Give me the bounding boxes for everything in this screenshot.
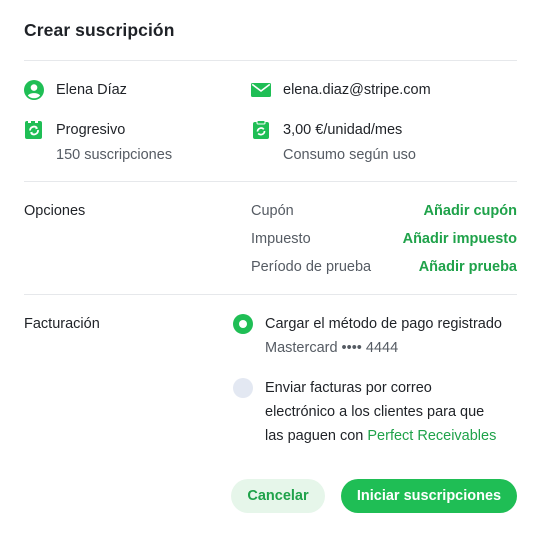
divider [24, 181, 517, 182]
dialog-title: Crear suscripción [24, 20, 175, 40]
options-label: Opciones [24, 203, 86, 219]
send-invoices-line-1[interactable]: Enviar facturas por correo [265, 379, 432, 397]
price-note: Consumo según uso [283, 147, 416, 163]
add-tax-link[interactable]: Añadir impuesto [403, 230, 517, 248]
add-trial-link[interactable]: Añadir prueba [419, 258, 517, 276]
charge-saved-method-radio[interactable] [233, 314, 253, 334]
cancel-button[interactable]: Cancelar [231, 479, 325, 513]
send-invoices-radio[interactable] [233, 378, 253, 398]
add-coupon-link[interactable]: Añadir cupón [424, 202, 517, 220]
send-invoices-line-3: las paguen con Perfect Receivables [265, 427, 496, 445]
plan-name: Progresivo [56, 122, 126, 138]
customer-email: elena.diaz@stripe.com [283, 82, 431, 98]
send-invoices-line-3-text: las paguen con [265, 428, 364, 444]
plan-count: 150 suscripciones [56, 147, 173, 163]
send-invoices-line-2[interactable]: electrónico a los clientes para que [265, 403, 484, 421]
divider [24, 294, 517, 295]
envelope-icon [251, 83, 271, 97]
saved-card-detail: Mastercard •••• 4444 [265, 340, 399, 356]
subscription-icon [25, 120, 42, 139]
price: 3,00 €/unidad/mes [283, 122, 403, 138]
option-label-coupon: Cupón [251, 203, 294, 219]
billing-label: Facturación [24, 316, 100, 332]
charge-saved-method-label[interactable]: Cargar el método de pago registrado [265, 315, 502, 333]
customer-name: Elena Díaz [56, 82, 127, 98]
perfect-receivables-link[interactable]: Perfect Receivables [367, 428, 496, 444]
option-label-trial: Período de prueba [251, 259, 372, 275]
option-label-tax: Impuesto [251, 231, 311, 247]
create-subscription-dialog: Crear suscripción Elena Díaz elena.diaz@… [0, 0, 541, 536]
pricing-clipboard-icon [253, 120, 269, 139]
divider [24, 60, 517, 61]
start-subscriptions-button[interactable]: Iniciar suscripciones [341, 479, 517, 513]
user-circle-icon [24, 80, 44, 100]
